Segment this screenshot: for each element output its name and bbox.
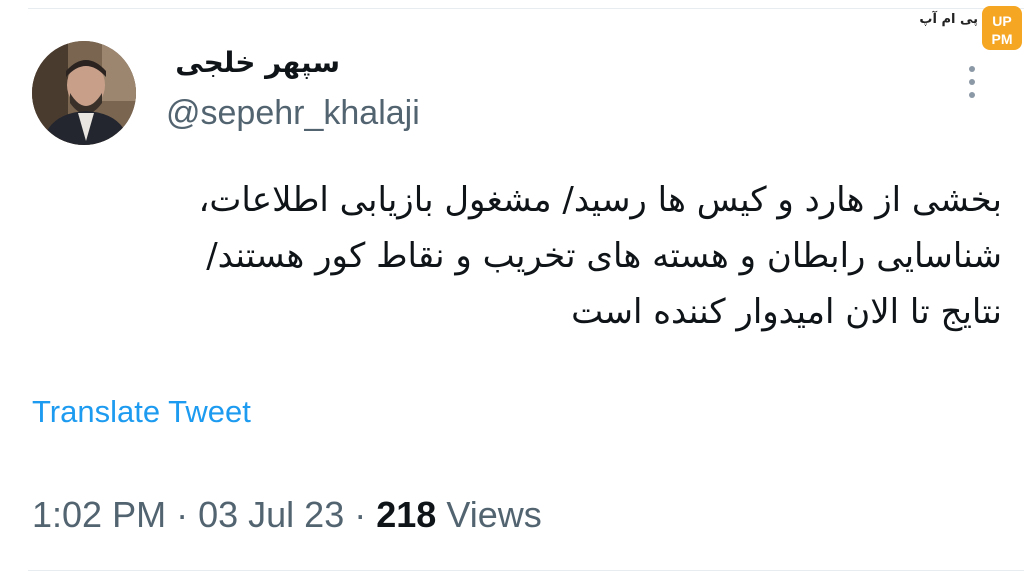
- more-vertical-icon-dot: [969, 92, 975, 98]
- tweet-time[interactable]: 1:02 PM: [32, 494, 166, 535]
- bottom-divider: [28, 570, 1024, 571]
- meta-separator: ·: [176, 494, 189, 535]
- tweet-text-line: بخشی از هارد و کیس ها رسید/ مشغول بازیاب…: [198, 180, 1002, 220]
- watermark-badge-icon: UP PM: [982, 6, 1022, 50]
- svg-text:PM: PM: [992, 31, 1013, 47]
- author-name[interactable]: سپهر خلجی: [170, 46, 340, 79]
- more-options-button[interactable]: [958, 60, 986, 104]
- top-divider: [28, 8, 1024, 9]
- tweet-text-line: نتایج تا الان امیدوار کننده است: [571, 292, 1002, 332]
- watermark-logo: پی ام آپ UP PM: [908, 2, 1024, 54]
- tweet-screenshot: سپهر خلجی @sepehr_khalaji پی ام آپ UP PM…: [0, 0, 1024, 581]
- views-label: Views: [446, 494, 542, 535]
- watermark-text: پی ام آپ: [919, 12, 978, 27]
- author-avatar[interactable]: [32, 41, 136, 145]
- tweet-text-line: شناسایی رابطان و هسته های تخریب و نقاط ک…: [206, 236, 1002, 276]
- more-vertical-icon: [969, 66, 975, 72]
- translate-tweet-link[interactable]: Translate Tweet: [32, 394, 251, 430]
- svg-text:UP: UP: [992, 13, 1011, 29]
- author-handle[interactable]: @sepehr_khalaji: [166, 94, 420, 133]
- profile-photo: [32, 41, 136, 145]
- tweet-meta: 1:02 PM · 03 Jul 23 · 218 Views: [32, 494, 542, 536]
- meta-separator: ·: [354, 494, 367, 535]
- tweet-text: بخشی از هارد و کیس ها رسید/ مشغول بازیاب…: [30, 172, 1002, 340]
- views-count: 218: [376, 494, 437, 535]
- more-vertical-icon-dot: [969, 79, 975, 85]
- tweet-date[interactable]: 03 Jul 23: [198, 494, 344, 535]
